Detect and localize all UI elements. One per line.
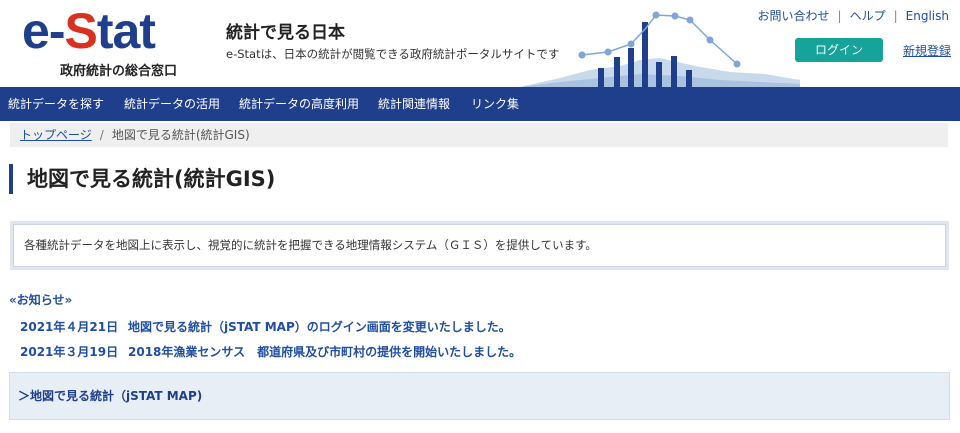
- site-description: e-Statは、日本の統計が閲覧できる政府統計ポータルサイトです: [226, 47, 560, 61]
- news-date: 2021年３月19日: [20, 345, 119, 359]
- news-heading: «お知らせ»: [9, 293, 73, 307]
- page-title: 地図で見る統計(統計GIS): [9, 164, 275, 194]
- utility-links: お問い合わせ | ヘルプ | English: [758, 7, 949, 24]
- news-text[interactable]: 2018年漁業センサス 都道府県及び市町村の提供を開始いたしました。: [128, 345, 521, 359]
- news-text[interactable]: 地図で見る統計（jSTAT MAP）のログイン画面を変更いたしました。: [128, 320, 511, 334]
- description-box: 各種統計データを地図上に表示し、視覚的に統計を把握できる地理情報システム（ＧＩＳ…: [10, 221, 949, 270]
- breadcrumb-separator: /: [99, 128, 104, 142]
- logo-subtitle: 政府統計の総合窓口: [60, 64, 178, 79]
- help-link[interactable]: ヘルプ: [850, 9, 886, 23]
- register-link[interactable]: 新規登録: [903, 42, 951, 59]
- jstat-map-accordion[interactable]: ＞地図で見る統計（jSTAT MAP): [9, 372, 950, 420]
- contact-link[interactable]: お問い合わせ: [758, 9, 830, 23]
- nav-item-advanced-use[interactable]: 統計データの高度利用: [239, 87, 359, 121]
- login-button[interactable]: ログイン: [795, 38, 883, 62]
- news-item[interactable]: 2021年３月19日 2018年漁業センサス 都道府県及び市町村の提供を開始いたし…: [20, 343, 521, 360]
- site-header: e-Stat 政府統計の総合窓口 統計で見る日本 e-Statは、日本の統計が閲…: [0, 0, 960, 87]
- util-separator: |: [893, 9, 898, 23]
- logo-wordmark: e-Stat: [22, 3, 156, 59]
- news-date: 2021年４月21日: [20, 320, 119, 334]
- estat-logo[interactable]: e-Stat 政府統計の総合窓口: [22, 4, 192, 80]
- nav-item-related-info[interactable]: 統計関連情報: [378, 87, 450, 121]
- nav-item-search-data[interactable]: 統計データを探す: [8, 87, 104, 121]
- breadcrumb: トップページ / 地図で見る統計(統計GIS): [10, 123, 948, 147]
- nav-item-links[interactable]: リンク集: [471, 87, 519, 121]
- news-item[interactable]: 2021年４月21日 地図で見る統計（jSTAT MAP）のログイン画面を変更いた…: [20, 318, 511, 335]
- breadcrumb-home-link[interactable]: トップページ: [20, 128, 92, 142]
- description-text: 各種統計データを地図上に表示し、視覚的に統計を把握できる地理情報システム（ＧＩＳ…: [13, 224, 946, 267]
- nav-item-use-data[interactable]: 統計データの活用: [124, 87, 220, 121]
- breadcrumb-current: 地図で見る統計(統計GIS): [111, 128, 250, 142]
- main-nav: 統計データを探す 統計データの活用 統計データの高度利用 統計関連情報 リンク集: [0, 87, 960, 121]
- util-separator: |: [837, 9, 842, 23]
- site-title: 統計で見る日本: [226, 23, 345, 43]
- english-link[interactable]: English: [906, 9, 949, 23]
